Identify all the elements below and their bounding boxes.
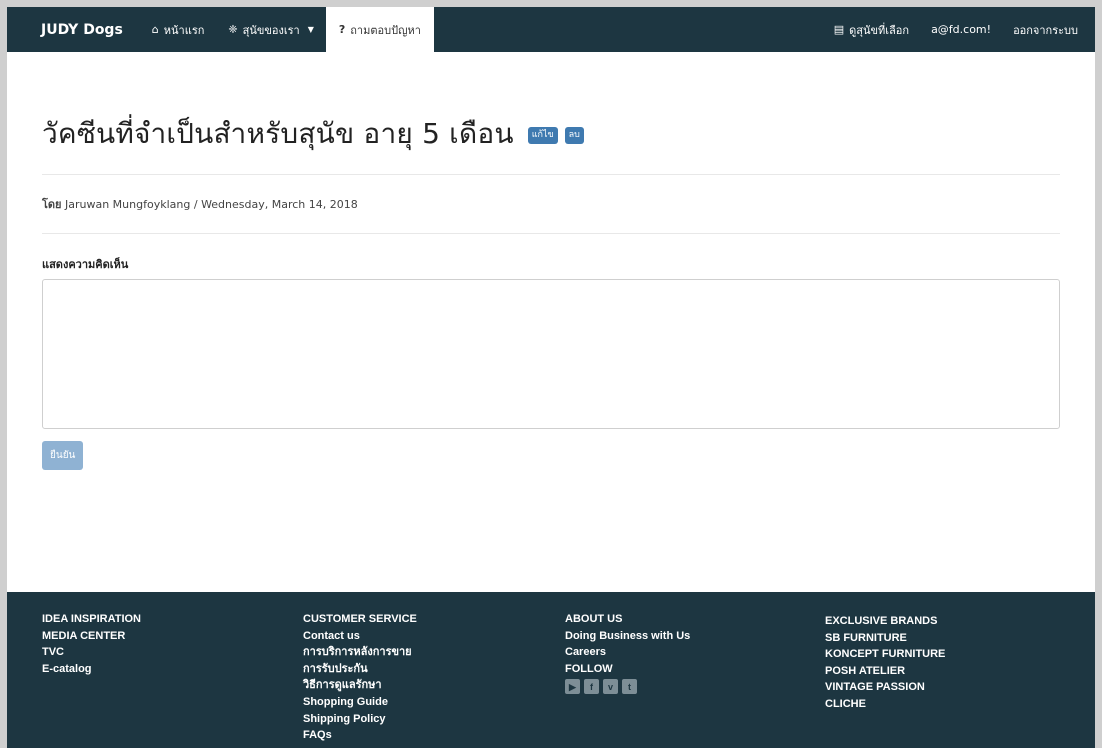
footer-link[interactable]: วิธีการดูแลรักษา — [303, 677, 417, 694]
footer-link[interactable]: SB FURNITURE — [825, 630, 945, 647]
footer-col-customer-service: CUSTOMER SERVICE Contact us การบริการหลั… — [303, 611, 417, 744]
footer-link[interactable]: KONCEPT FURNITURE — [825, 646, 945, 663]
nav-our-dogs-label: สุนัขของเรา — [242, 23, 300, 37]
footer-heading[interactable]: EXCLUSIVE BRANDS — [825, 613, 945, 630]
post-author: Jaruwan Mungfoyklang — [65, 198, 191, 211]
footer-heading[interactable]: CUSTOMER SERVICE — [303, 611, 417, 628]
footer-link[interactable]: การบริการหลังการขาย — [303, 644, 417, 661]
nav-selected-dogs-label: ดูสุนัขที่เลือก — [849, 23, 910, 37]
twitter-icon[interactable]: t — [622, 679, 637, 695]
social-links: ▶ f v t — [565, 679, 690, 695]
nav-logout[interactable]: ออกจากระบบ — [1002, 7, 1089, 52]
nav-home[interactable]: ⌂ หน้าแรก — [140, 7, 217, 52]
post-meta: โดย Jaruwan Mungfoyklang / Wednesday, Ma… — [42, 195, 1060, 213]
vimeo-icon[interactable]: v — [603, 679, 618, 695]
footer-link[interactable]: CLICHE — [825, 696, 945, 713]
comment-textarea[interactable] — [42, 279, 1060, 429]
footer-link[interactable]: Doing Business with Us — [565, 628, 690, 645]
nav-home-label: หน้าแรก — [163, 23, 205, 37]
nav-qa-label: ถามตอบปัญหา — [350, 23, 421, 37]
footer-link[interactable]: Contact us — [303, 628, 417, 645]
main-content: วัคซีนที่จำเป็นสำหรับสุนัข อายุ 5 เดือน … — [42, 52, 1060, 470]
browser-frame: JUDY Dogs ⌂ หน้าแรก ❈ สุนัขของเรา ▼ ? ถา… — [0, 0, 1102, 748]
comment-label: แสดงความคิดเห็น — [42, 258, 129, 271]
post-date: Wednesday, March 14, 2018 — [201, 198, 358, 211]
footer-link[interactable]: E-catalog — [42, 661, 141, 678]
footer-link[interactable]: MEDIA CENTER — [42, 628, 141, 645]
footer-heading[interactable]: IDEA INSPIRATION — [42, 611, 141, 628]
footer-link[interactable]: FAQs — [303, 727, 417, 744]
divider — [42, 174, 1060, 175]
caret-down-icon: ▼ — [307, 25, 314, 34]
top-navbar: JUDY Dogs ⌂ หน้าแรก ❈ สุนัขของเรา ▼ ? ถา… — [7, 7, 1095, 52]
footer-link[interactable]: การรับประกัน — [303, 661, 417, 678]
nav-selected-dogs[interactable]: ▤ ดูสุนัขที่เลือก — [823, 7, 920, 52]
footer-link[interactable]: TVC — [42, 644, 141, 661]
footer-link: FOLLOW — [565, 662, 613, 675]
nav-qa[interactable]: ? ถามตอบปัญหา — [325, 7, 434, 52]
home-icon: ⌂ — [151, 23, 159, 36]
footer-link[interactable]: VINTAGE PASSION — [825, 679, 945, 696]
facebook-icon[interactable]: f — [584, 679, 599, 695]
footer-col-about: ABOUT US Doing Business with Us Careers … — [565, 611, 690, 695]
footer: IDEA INSPIRATION MEDIA CENTER TVC E-cata… — [7, 592, 1095, 748]
submit-button[interactable]: ยืนยัน — [42, 441, 84, 470]
footer-link[interactable]: Careers — [565, 644, 690, 661]
divider — [42, 233, 1060, 234]
meta-separator: / — [193, 198, 198, 211]
brand-logo[interactable]: JUDY Dogs — [7, 7, 140, 52]
delete-button[interactable]: ลบ — [564, 126, 584, 144]
page-title: วัคซีนที่จำเป็นสำหรับสุนัข อายุ 5 เดือน — [42, 117, 514, 150]
footer-heading[interactable]: ABOUT US — [565, 611, 690, 628]
cart-icon: ▤ — [833, 23, 845, 36]
edit-button[interactable]: แก้ไข — [527, 126, 558, 144]
by-label: โดย — [42, 198, 62, 211]
footer-col-inspiration: IDEA INSPIRATION MEDIA CENTER TVC E-cata… — [42, 611, 141, 677]
title-row: วัคซีนที่จำเป็นสำหรับสุนัข อายุ 5 เดือน … — [42, 112, 1060, 156]
nav-user-email[interactable]: a@fd.com! — [920, 7, 1002, 52]
footer-link[interactable]: Shipping Policy — [303, 711, 417, 728]
question-icon: ? — [338, 23, 346, 36]
youtube-icon[interactable]: ▶ — [565, 679, 580, 695]
footer-col-brands: EXCLUSIVE BRANDS SB FURNITURE KONCEPT FU… — [825, 613, 945, 713]
footer-link[interactable]: Shopping Guide — [303, 694, 417, 711]
footer-link[interactable]: POSH ATELIER — [825, 663, 945, 680]
paw-icon: ❈ — [228, 23, 238, 36]
nav-our-dogs-dropdown[interactable]: ❈ สุนัขของเรา ▼ — [216, 7, 325, 52]
